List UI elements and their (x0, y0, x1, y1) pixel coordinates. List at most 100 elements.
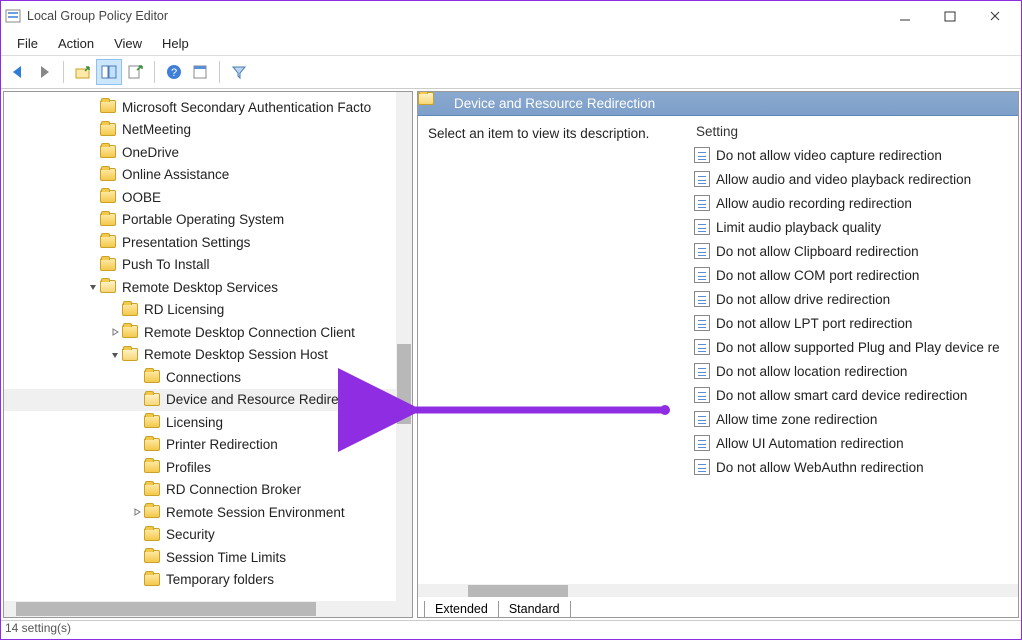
folder-icon (100, 123, 116, 137)
chevron-right-icon[interactable] (108, 327, 122, 337)
folder-icon (144, 415, 160, 429)
tree-item[interactable]: Remote Desktop Connection Client (4, 321, 412, 344)
app-icon (5, 8, 21, 24)
show-hide-tree-button[interactable] (96, 59, 122, 85)
policy-icon (694, 459, 710, 475)
tree-item-label: Portable Operating System (122, 212, 284, 227)
tree-item[interactable]: Device and Resource Redirection (4, 389, 412, 412)
tree-item-label: Temporary folders (166, 572, 274, 587)
column-header-setting[interactable]: Setting (688, 120, 1018, 143)
up-button[interactable] (70, 59, 96, 85)
back-button[interactable] (5, 59, 31, 85)
setting-item[interactable]: Do not allow LPT port redirection (688, 311, 1018, 335)
details-description: Select an item to view its description. (418, 116, 688, 617)
tree-item-label: RD Connection Broker (166, 482, 301, 497)
close-button[interactable] (972, 2, 1017, 30)
tree-item[interactable]: OOBE (4, 186, 412, 209)
tree-item-label: Security (166, 527, 215, 542)
setting-item[interactable]: Do not allow COM port redirection (688, 263, 1018, 287)
tree-item[interactable]: Push To Install (4, 254, 412, 277)
setting-item[interactable]: Do not allow WebAuthn redirection (688, 455, 1018, 479)
tree-item[interactable]: RD Licensing (4, 299, 412, 322)
tab-extended[interactable]: Extended (424, 601, 499, 618)
setting-item[interactable]: Allow UI Automation redirection (688, 431, 1018, 455)
chevron-right-icon[interactable] (130, 507, 144, 517)
minimize-button[interactable] (882, 2, 927, 30)
tree-item[interactable]: Remote Desktop Services (4, 276, 412, 299)
tree-item-label: Remote Session Environment (166, 505, 345, 520)
setting-item[interactable]: Allow time zone redirection (688, 407, 1018, 431)
setting-item[interactable]: Do not allow location redirection (688, 359, 1018, 383)
policy-tree[interactable]: Microsoft Secondary Authentication Facto… (4, 92, 412, 617)
maximize-button[interactable] (927, 2, 972, 30)
policy-icon (694, 219, 710, 235)
tree-item[interactable]: Remote Desktop Session Host (4, 344, 412, 367)
tree-item[interactable]: Connections (4, 366, 412, 389)
properties-button[interactable] (187, 59, 213, 85)
tree-item[interactable]: Session Time Limits (4, 546, 412, 569)
tab-standard[interactable]: Standard (498, 601, 571, 618)
setting-label: Do not allow video capture redirection (716, 148, 942, 163)
folder-icon (100, 145, 116, 159)
policy-icon (694, 243, 710, 259)
main-split: Microsoft Secondary Authentication Facto… (1, 89, 1021, 621)
tree-item[interactable]: Online Assistance (4, 164, 412, 187)
tree-item[interactable]: Presentation Settings (4, 231, 412, 254)
tree-item-label: Push To Install (122, 257, 210, 272)
tree-item[interactable]: NetMeeting (4, 119, 412, 142)
setting-item[interactable]: Do not allow drive redirection (688, 287, 1018, 311)
setting-label: Do not allow WebAuthn redirection (716, 460, 924, 475)
setting-item[interactable]: Do not allow supported Plug and Play dev… (688, 335, 1018, 359)
menu-action[interactable]: Action (48, 34, 104, 53)
folder-open-icon (426, 96, 444, 111)
setting-item[interactable]: Do not allow video capture redirection (688, 143, 1018, 167)
tree-horizontal-scrollbar[interactable] (4, 601, 396, 617)
setting-label: Allow audio recording redirection (716, 196, 912, 211)
tree-item[interactable]: Profiles (4, 456, 412, 479)
menu-view[interactable]: View (104, 34, 152, 53)
folder-icon (100, 168, 116, 182)
policy-icon (694, 435, 710, 451)
help-button[interactable]: ? (161, 59, 187, 85)
setting-item[interactable]: Allow audio and video playback redirecti… (688, 167, 1018, 191)
policy-icon (694, 339, 710, 355)
tree-item[interactable]: Portable Operating System (4, 209, 412, 232)
tree-item-label: Remote Desktop Services (122, 280, 278, 295)
tree-item-label: NetMeeting (122, 122, 191, 137)
tree-item-label: Profiles (166, 460, 211, 475)
setting-label: Allow time zone redirection (716, 412, 877, 427)
policy-icon (694, 267, 710, 283)
chevron-down-icon[interactable] (86, 282, 100, 292)
tree-item[interactable]: OneDrive (4, 141, 412, 164)
tree-item[interactable]: Security (4, 524, 412, 547)
setting-item[interactable]: Do not allow Clipboard redirection (688, 239, 1018, 263)
tree-item[interactable]: RD Connection Broker (4, 479, 412, 502)
titlebar[interactable]: Local Group Policy Editor (1, 1, 1021, 31)
setting-label: Do not allow COM port redirection (716, 268, 919, 283)
tree-item-label: Printer Redirection (166, 437, 278, 452)
filter-button[interactable] (226, 59, 252, 85)
status-bar: 14 setting(s) (1, 621, 1021, 639)
settings-list[interactable]: Setting Do not allow video capture redir… (688, 116, 1018, 617)
tree-item[interactable]: Temporary folders (4, 569, 412, 592)
export-list-button[interactable] (122, 59, 148, 85)
tree-item[interactable]: Printer Redirection (4, 434, 412, 457)
tree-item[interactable]: Licensing (4, 411, 412, 434)
tree-item[interactable]: Microsoft Secondary Authentication Facto (4, 96, 412, 119)
details-pane: Device and Resource Redirection Select a… (417, 91, 1019, 618)
setting-label: Do not allow LPT port redirection (716, 316, 912, 331)
tree-item-label: Online Assistance (122, 167, 229, 182)
menu-help[interactable]: Help (152, 34, 199, 53)
setting-item[interactable]: Limit audio playback quality (688, 215, 1018, 239)
setting-item[interactable]: Do not allow smart card device redirecti… (688, 383, 1018, 407)
folder-icon (122, 325, 138, 339)
setting-label: Do not allow smart card device redirecti… (716, 388, 967, 403)
tree-item-label: RD Licensing (144, 302, 224, 317)
menu-file[interactable]: File (7, 34, 48, 53)
chevron-down-icon[interactable] (108, 350, 122, 360)
forward-button[interactable] (31, 59, 57, 85)
tree-item[interactable]: Remote Session Environment (4, 501, 412, 524)
setting-item[interactable]: Allow audio recording redirection (688, 191, 1018, 215)
tree-vertical-scrollbar[interactable] (396, 92, 412, 617)
setting-label: Do not allow Clipboard redirection (716, 244, 919, 259)
